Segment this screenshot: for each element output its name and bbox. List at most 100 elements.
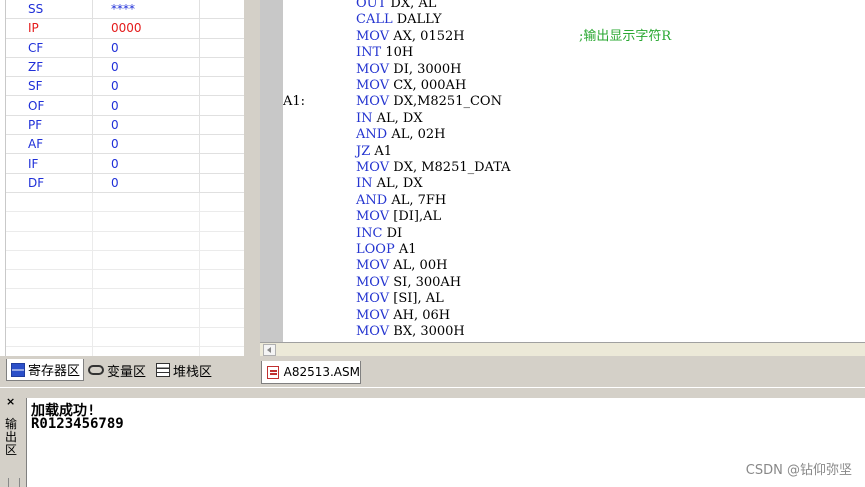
- register-row: [6, 231, 244, 251]
- code-opcode: MOV: [356, 78, 390, 93]
- register-row: IP 0000: [6, 18, 244, 39]
- file-tab[interactable]: A82513.ASM: [261, 361, 361, 384]
- code-line: AND AL, 02H: [283, 127, 865, 144]
- register-value: 0: [92, 76, 200, 97]
- register-row: [6, 346, 244, 356]
- code-line: MOV SI, 300AH: [283, 275, 865, 292]
- register-row: [6, 269, 244, 290]
- register-name: DF: [6, 173, 93, 193]
- code-operands: DX,M8251_CON: [389, 94, 502, 110]
- register-name: AF: [6, 134, 93, 155]
- code-instruction: MOV BX, 3000H: [356, 324, 465, 341]
- code-opcode: IN: [356, 176, 373, 192]
- code-instruction: IN AL, DX: [356, 111, 423, 128]
- code-opcode: IN: [356, 110, 373, 126]
- scroll-left-arrow-icon[interactable]: [263, 344, 276, 356]
- output-separator[interactable]: [0, 387, 865, 393]
- code-line: MOV DX, M8251_DATA: [283, 160, 865, 177]
- code-instruction: CALL DALLY: [356, 12, 442, 29]
- code-line: MOV DI, 3000H: [283, 62, 865, 79]
- code-instruction: MOV DI, 3000H: [356, 62, 462, 79]
- code-operands: AL, 00H: [389, 258, 448, 274]
- code-instruction: MOV AH, 06H: [356, 308, 450, 325]
- code-opcode: MOV: [356, 28, 390, 44]
- register-cell: [92, 192, 200, 213]
- register-cell: [199, 134, 244, 155]
- code-operands: AH, 06H: [389, 307, 451, 323]
- register-row: SF 0: [6, 76, 244, 97]
- code-opcode: AND: [356, 192, 388, 208]
- register-cell: [6, 211, 93, 232]
- register-name: OF: [6, 95, 93, 116]
- code-operands: AL, DX: [372, 176, 423, 192]
- code-opcode: MOV: [356, 61, 390, 77]
- file-tab-label: A82513.ASM: [283, 365, 360, 379]
- code-opcode: MOV: [356, 324, 390, 339]
- code-line: MOV [DI],AL: [283, 209, 865, 226]
- code-operands: AL, DX: [372, 110, 423, 126]
- code-line: MOV BX, 3000H: [283, 324, 865, 341]
- register-name: SS: [6, 0, 93, 20]
- editor-gutter: [260, 0, 283, 342]
- code-operands: AL, 7FH: [387, 192, 447, 208]
- register-name: IF: [6, 153, 93, 174]
- register-row: SS ****: [6, 0, 244, 20]
- register-row: CF 0: [6, 38, 244, 58]
- code-instruction: MOV [SI], AL: [356, 291, 444, 308]
- code-line: MOV [SI], AL: [283, 291, 865, 308]
- watermark: CSDN @钻仰弥坚: [745, 463, 852, 478]
- code-line: IN AL, DX: [283, 176, 865, 193]
- code-editor[interactable]: OUT DX, AL CALL DALLY MOV AX, 0152H ;输出显示字符…: [283, 0, 865, 342]
- glasses-icon: [88, 365, 104, 375]
- register-cell: [6, 269, 93, 290]
- register-row: [6, 308, 244, 329]
- code-operands: DI: [382, 225, 403, 241]
- tab-variables[interactable]: 变量区: [88, 359, 154, 381]
- register-cell: [6, 346, 93, 356]
- register-cell: [6, 231, 93, 251]
- horizontal-scrollbar[interactable]: [260, 342, 865, 357]
- code-line: INC DI: [283, 226, 865, 243]
- register-cell: [199, 95, 244, 116]
- code-line: AND AL, 7FH: [283, 193, 865, 210]
- code-instruction: MOV [DI],AL: [356, 209, 441, 226]
- code-line: OUT DX, AL: [283, 0, 865, 13]
- code-opcode: MOV: [356, 274, 390, 290]
- code-operands: 10H: [381, 45, 414, 61]
- register-name: ZF: [6, 57, 93, 78]
- register-cell: [199, 327, 244, 348]
- code-comment: ;输出显示字符R: [579, 28, 672, 44]
- register-row: [6, 288, 244, 309]
- code-instruction: MOV CX, 000AH: [356, 78, 466, 95]
- register-row: [6, 192, 244, 213]
- code-instruction: MOV SI, 300AH: [356, 275, 461, 292]
- register-cell: [92, 211, 200, 232]
- code-operands: [DI],AL: [389, 209, 442, 225]
- register-cell: [199, 250, 244, 271]
- code-operands: [SI], AL: [389, 291, 444, 307]
- register-value: 0: [92, 153, 200, 174]
- code-instruction: MOV DX,M8251_CON: [356, 94, 502, 111]
- code-opcode: INT: [356, 45, 382, 61]
- close-icon[interactable]: ×: [6, 395, 15, 408]
- tab-stack[interactable]: 堆栈区: [156, 359, 222, 381]
- code-instruction: MOV DX, M8251_DATA: [356, 160, 511, 177]
- code-line: CALL DALLY: [283, 12, 865, 29]
- output-sidebar: × 输出区: [0, 392, 26, 487]
- code-instruction: IN AL, DX: [356, 176, 423, 193]
- code-line: JZ A1: [283, 144, 865, 161]
- code-operands: AX, 0152H: [389, 28, 465, 44]
- tab-registers[interactable]: 寄存器区: [6, 359, 84, 381]
- code-opcode: MOV: [356, 307, 390, 323]
- code-operands: DALLY: [392, 12, 442, 28]
- code-opcode: MOV: [356, 291, 390, 307]
- register-cell: [92, 288, 200, 309]
- register-row: IF 0: [6, 153, 244, 174]
- pane-splitter[interactable]: [244, 0, 258, 382]
- code-operands: A1: [370, 143, 393, 159]
- register-cell: [6, 327, 93, 348]
- grip-handle[interactable]: [8, 478, 20, 487]
- output-line: R0123456789: [31, 416, 124, 432]
- register-cell: [199, 231, 244, 251]
- code-instruction: JZ A1: [356, 144, 392, 161]
